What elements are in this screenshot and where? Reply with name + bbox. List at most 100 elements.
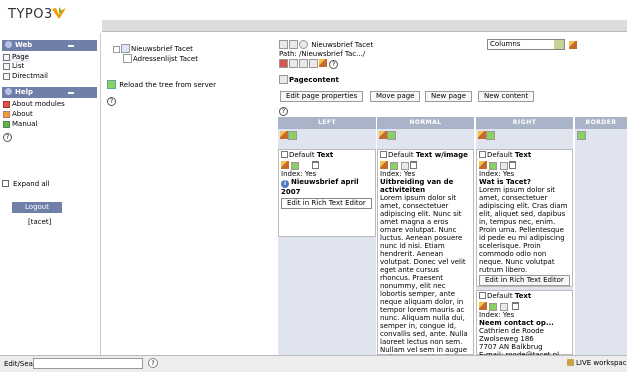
menu-label: Directmail <box>12 72 48 80</box>
new-content-icons <box>577 131 587 140</box>
move-up-icon[interactable] <box>500 303 509 311</box>
menu-item-about[interactable]: About <box>2 110 33 119</box>
envelope-icon <box>3 73 10 80</box>
type-label: Default <box>487 292 513 300</box>
menu-item-list[interactable]: List <box>2 62 24 71</box>
collapse-icon[interactable] <box>68 45 74 47</box>
edit-search-input[interactable] <box>33 358 143 369</box>
reload-tree-link[interactable]: Reload the tree from server <box>107 80 216 89</box>
expand-all-label: Expand all <box>13 180 50 188</box>
expand-all-checkbox[interactable] <box>2 180 9 187</box>
help-icon[interactable]: ? <box>107 97 116 106</box>
menu-item-page[interactable]: Page <box>2 53 29 62</box>
pagecontent-icon <box>279 75 288 84</box>
new-content-button[interactable]: New content <box>478 91 535 102</box>
group-web[interactable]: Web <box>2 40 97 51</box>
delete-icon[interactable] <box>509 161 517 169</box>
content-element[interactable]: Default Text Index: Yes i Nieuwsbrief apr… <box>278 149 376 237</box>
new-page-icon[interactable] <box>289 59 298 68</box>
new-record-icon[interactable] <box>489 162 498 170</box>
content-type: Default Text <box>479 292 570 300</box>
typo3-logo-icon <box>52 7 66 19</box>
about-modules-icon <box>3 101 10 108</box>
logout-button[interactable]: Logout <box>12 202 62 213</box>
menu-item-about-modules[interactable]: About modules <box>2 100 65 109</box>
edit-icon[interactable] <box>479 161 487 169</box>
element-actions <box>281 161 373 170</box>
page-icon <box>123 54 132 63</box>
help-icon[interactable]: ? <box>3 133 12 142</box>
new-record-icon[interactable] <box>288 131 297 140</box>
web-group-icon <box>5 41 12 48</box>
element-body: Lorem ipsum dolor sit amet, consectetuer… <box>479 186 568 274</box>
new-record-icon[interactable] <box>291 162 300 170</box>
group-help[interactable]: Help <box>2 87 97 98</box>
content-element[interactable]: Default Text Index: Yes Neem contact op.… <box>476 290 573 359</box>
edit-icon[interactable] <box>379 131 387 139</box>
column-header-left: LEFT <box>278 117 376 129</box>
move-down-icon[interactable] <box>401 162 410 170</box>
reload-icon <box>107 80 116 89</box>
pagecontent-header: Pagecontent <box>279 75 339 84</box>
tree-node-child[interactable]: Adressenlijst Tacet <box>123 54 198 63</box>
type-bold: Text <box>514 151 532 159</box>
list-icon <box>3 63 10 70</box>
tree-node-root[interactable]: Nieuwsbrief Tacet <box>113 44 193 53</box>
workspace-indicator[interactable]: LIVE workspace <box>567 359 627 367</box>
type-bold: Text <box>316 151 334 159</box>
edit-icon[interactable] <box>380 161 388 169</box>
move-page-button[interactable]: Move page <box>370 91 421 102</box>
collapse-icon[interactable] <box>68 92 74 94</box>
element-body: Lorem ipsum dolor sit amet, consectetuer… <box>380 194 468 370</box>
help-icon[interactable]: ? <box>329 60 339 69</box>
new-record-icon[interactable] <box>387 131 396 140</box>
module-menu: Web Page List Directmail Help About modu… <box>0 33 101 355</box>
delete-icon[interactable] <box>410 161 418 169</box>
new-page-button[interactable]: New page <box>425 91 472 102</box>
new-record-icon[interactable] <box>489 303 498 311</box>
delete-icon[interactable] <box>312 161 320 169</box>
column-header-right: RIGHT <box>476 117 573 129</box>
edit-icon[interactable] <box>569 41 577 49</box>
delete-icon[interactable] <box>511 302 519 310</box>
new-record-icon[interactable] <box>486 131 495 140</box>
pagecontent-label: Pagecontent <box>289 76 339 84</box>
chevron-down-icon[interactable] <box>554 40 564 49</box>
move-icon[interactable] <box>299 59 308 68</box>
menu-label: About <box>12 110 33 118</box>
help-icon[interactable]: ? <box>279 107 288 116</box>
edit-icon[interactable] <box>280 131 288 139</box>
view-icon[interactable] <box>289 40 298 49</box>
column-border <box>575 129 627 355</box>
tree-node-label: Nieuwsbrief Tacet <box>131 45 193 53</box>
edit-icon[interactable] <box>478 131 486 139</box>
page-tree: Nieuwsbrief Tacet Adressenlijst Tacet Re… <box>103 33 274 355</box>
edit-page-properties-button[interactable]: Edit page properties <box>280 91 364 102</box>
index-status: Index: Yes <box>281 170 317 178</box>
page-toolbar: ? <box>279 59 339 69</box>
menu-item-manual[interactable]: Manual <box>2 120 37 129</box>
page-list-icon[interactable] <box>279 59 288 68</box>
rte-edit-button[interactable]: Edit in Rich Text Editor <box>479 275 570 286</box>
type-label: Default <box>388 151 414 159</box>
about-icon <box>3 111 10 118</box>
edit-icon[interactable] <box>281 161 289 169</box>
edit-icon[interactable] <box>319 59 327 67</box>
username: [tacet] <box>28 218 52 226</box>
title-text: Nieuwsbrief april 2007 <box>281 178 359 196</box>
view-select[interactable]: Columns <box>487 39 565 50</box>
content-icon <box>479 292 486 299</box>
rte-edit-button[interactable]: Edit in Rich Text Editor <box>281 198 372 209</box>
move-down-icon[interactable] <box>500 162 509 170</box>
content-element[interactable]: Default Text w/image Index: Yes Uitbreid… <box>377 149 474 370</box>
menu-item-directmail[interactable]: Directmail <box>2 72 48 81</box>
new-record-icon[interactable] <box>577 131 586 140</box>
collapse-toggle-icon[interactable] <box>113 46 120 53</box>
history-icon[interactable] <box>309 59 318 68</box>
element-title: Uitbreiding van de activiteiten <box>380 178 454 194</box>
search-help-icon[interactable]: ? <box>148 358 158 368</box>
search-icon[interactable] <box>299 40 308 49</box>
new-record-icon[interactable] <box>390 162 399 170</box>
content-element[interactable]: Default Text Index: Yes Wat is Tacet? Lo… <box>476 149 573 287</box>
edit-icon[interactable] <box>479 302 487 310</box>
